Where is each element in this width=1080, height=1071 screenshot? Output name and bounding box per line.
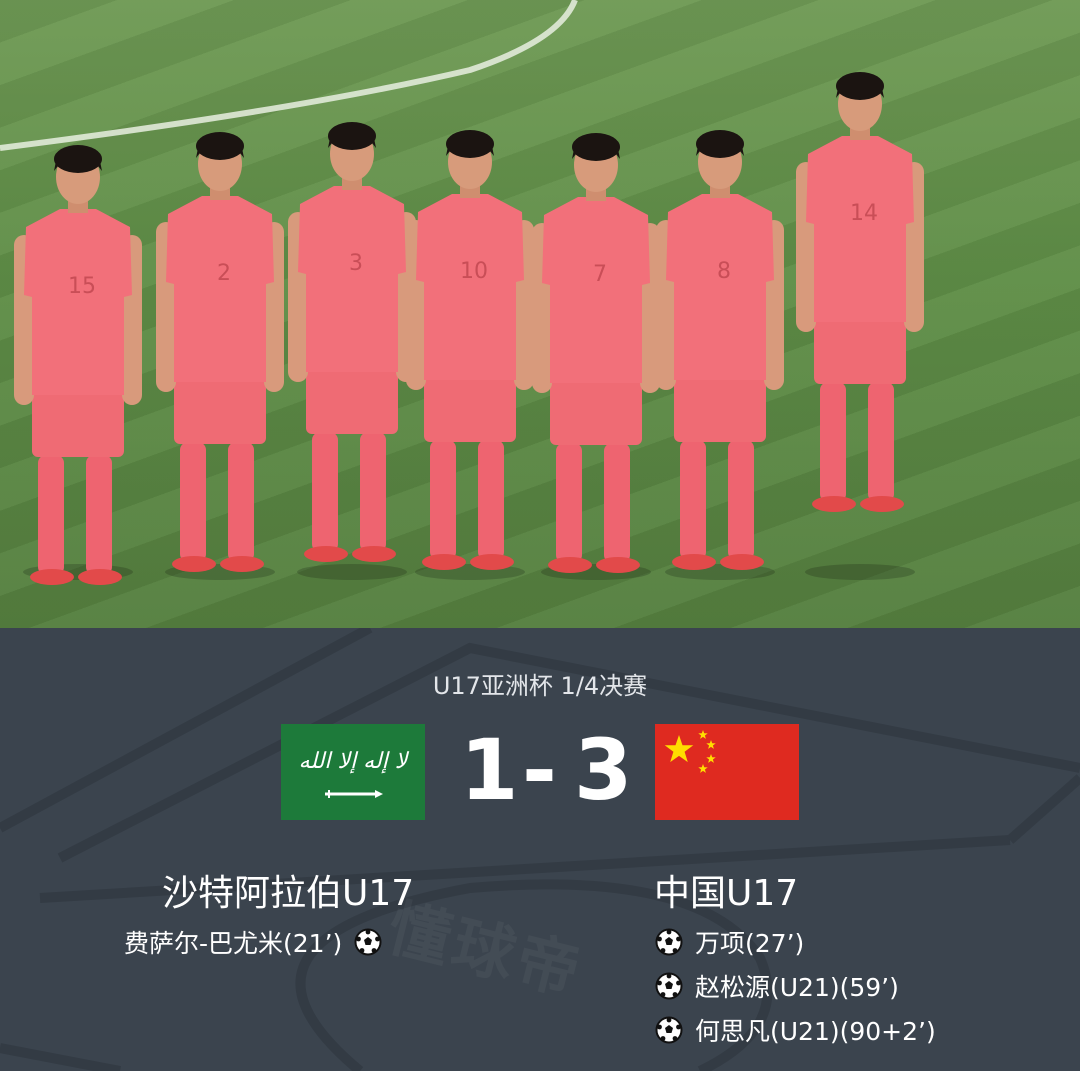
player: 15 [14, 145, 142, 585]
soccer-ball-icon [354, 928, 382, 956]
home-scorer-text: 费萨尔-巴尤米(21’) [124, 929, 343, 958]
score-panel: 懂球帝 U17亚洲杯 1/4决赛 ﻻ ﺇﻟﻪ ﺇﻻ ﺍﻟﻠﻪ 1 - 3 沙特阿… [0, 628, 1080, 1071]
jersey-number: 10 [460, 259, 488, 284]
away-team-name: 中国U17 [654, 873, 799, 914]
away-scorer-row: 何思凡(U21)(90+2’) [655, 1012, 936, 1048]
jersey-number: 2 [217, 261, 231, 286]
away-scorer-text: 何思凡(U21)(90+2’) [695, 1017, 936, 1046]
away-scorer-row: 赵松源(U21)(59’) [655, 968, 899, 1004]
svg-text:ﻻ ﺇﻟﻪ ﺇﻻ ﺍﻟﻠﻪ: ﻻ ﺇﻟﻪ ﺇﻻ ﺍﻟﻠﻪ [299, 749, 410, 774]
saudi-arabia-flag-icon: ﻻ ﺇﻟﻪ ﺇﻻ ﺍﻟﻠﻪ [281, 724, 425, 820]
soccer-ball-icon [655, 928, 683, 956]
score-separator: - [522, 721, 557, 819]
soccer-ball-icon [655, 1016, 683, 1044]
jersey-number: 7 [593, 262, 607, 287]
home-score: 1 [460, 721, 519, 819]
away-scorer-row: 万项(27’) [655, 924, 804, 960]
player: 14 [796, 72, 924, 580]
home-scorer-row: 费萨尔-巴尤米(21’) [124, 924, 382, 960]
player: 2 [156, 132, 284, 580]
jersey-number: 8 [717, 259, 731, 284]
player: 8 [656, 130, 784, 580]
jersey-number: 3 [349, 251, 363, 276]
soccer-ball-icon [655, 972, 683, 1000]
competition-title: U17亚洲杯 1/4决赛 [432, 672, 648, 700]
jersey-number: 14 [850, 201, 878, 226]
player: 10 [406, 130, 534, 580]
away-score: 3 [574, 721, 633, 819]
china-flag-icon [655, 724, 799, 820]
player: 7 [532, 133, 660, 580]
away-scorer-text: 万项(27’) [695, 929, 805, 958]
away-scorer-text: 赵松源(U21)(59’) [695, 973, 899, 1002]
home-team-name: 沙特阿拉伯U17 [162, 873, 415, 914]
team-photo: 15 2 3 10 7 8 14 [0, 0, 1080, 628]
player: 3 [288, 122, 416, 580]
players-lineup-illustration: 15 2 3 10 7 8 14 [0, 0, 924, 585]
jersey-number: 15 [68, 274, 96, 299]
